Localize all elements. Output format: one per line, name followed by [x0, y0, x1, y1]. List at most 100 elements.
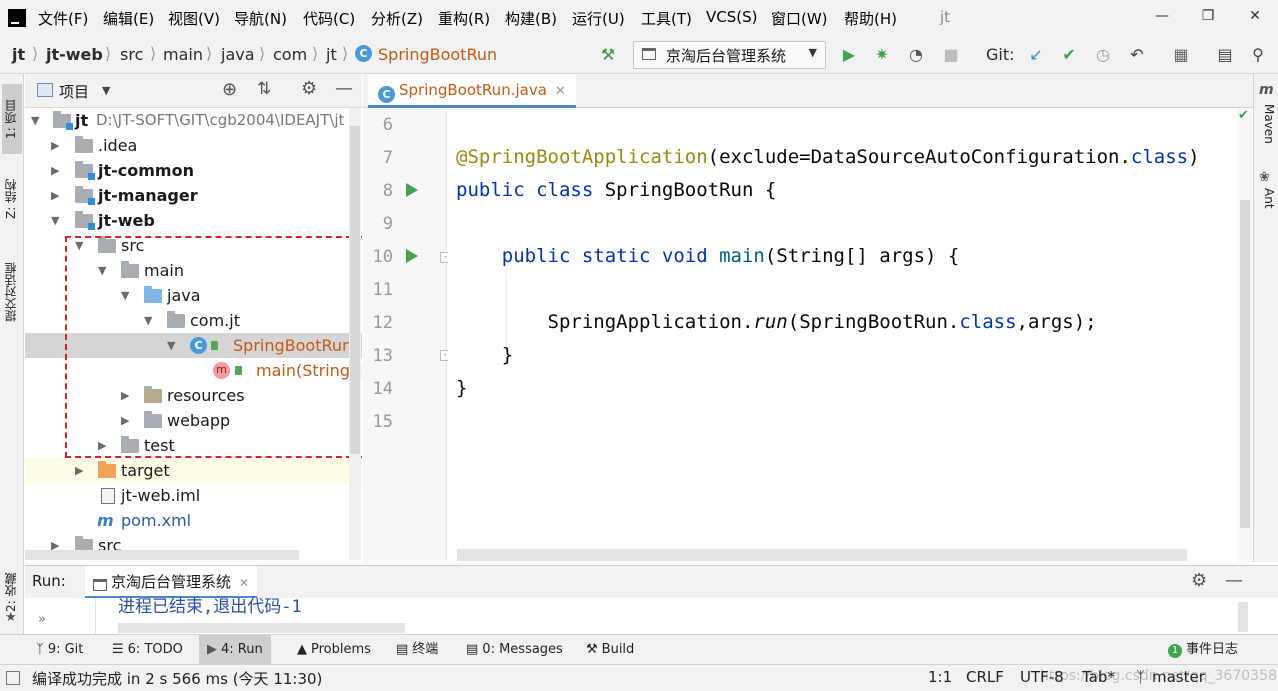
git-branch-icon: ᛉ — [36, 642, 44, 657]
menu-edit[interactable]: 编辑(E) — [103, 8, 154, 29]
tree-node-pom-xml[interactable]: m pom.xml — [25, 508, 362, 533]
menu-file[interactable]: 文件(F) — [38, 8, 88, 29]
console-horizontal-scrollbar[interactable] — [118, 623, 405, 633]
debug-bug-icon[interactable]: ✷ — [871, 44, 893, 66]
git-commit-check-icon[interactable]: ✔ — [1058, 44, 1080, 66]
collapse-all-icon[interactable]: ⇅ — [257, 79, 271, 99]
close-tab-icon[interactable]: ✕ — [239, 576, 249, 590]
favorites-star-icon[interactable]: ★ — [5, 610, 17, 625]
tree-node-jt-common[interactable]: ▶ jt-common — [25, 158, 362, 183]
rollback-icon[interactable]: ↶ — [1126, 44, 1148, 66]
tree-node-jt-web[interactable]: ▼ jt-web — [25, 208, 362, 233]
build-hammer-icon[interactable]: ⚒ — [597, 44, 619, 66]
menu-run[interactable]: 运行(U) — [572, 8, 625, 29]
scroll-to-end-icon[interactable]: » — [38, 612, 46, 627]
terminal-window-icon[interactable]: ▤ — [1214, 44, 1236, 66]
breadcrumb-springbootrun[interactable]: SpringBootRun — [378, 45, 497, 64]
caret-position[interactable]: 1:1 — [928, 668, 952, 686]
hide-panel-icon[interactable]: — — [1225, 570, 1243, 591]
locate-crosshair-icon[interactable]: ⊕ — [222, 79, 237, 100]
menu-code[interactable]: 代码(C) — [303, 8, 355, 29]
expand-arrow-icon[interactable]: ▶ — [51, 158, 59, 183]
tool-messages[interactable]: ▤ 0: Messages — [458, 635, 571, 665]
menu-view[interactable]: 视图(V) — [168, 8, 220, 29]
inspection-ok-check-icon[interactable]: ✔ — [1238, 108, 1249, 123]
stop-icon[interactable]: ■ — [940, 44, 962, 66]
status-square-icon[interactable] — [6, 671, 20, 685]
breadcrumb-jt-package[interactable]: jt — [326, 45, 337, 64]
project-panel-title[interactable]: 项目 — [59, 81, 89, 102]
hide-panel-icon[interactable]: — — [335, 78, 353, 99]
menu-help[interactable]: 帮助(H) — [844, 8, 897, 29]
code-editor[interactable]: @SpringBootApplication(exclude=DataSourc… — [448, 108, 1238, 548]
maximize-icon[interactable]: ❐ — [1194, 4, 1222, 28]
git-update-icon[interactable]: ↙ — [1025, 44, 1047, 66]
run-icon[interactable]: ▶ — [838, 44, 860, 66]
history-clock-icon[interactable]: ◷ — [1092, 44, 1114, 66]
tree-node-jt[interactable]: ▼ jt D:\JT-SOFT\GIT\cgb2004\IDEAJT\jt — [25, 108, 362, 133]
editor-vertical-scrollbar[interactable]: ✔ — [1238, 108, 1252, 562]
tool-problems[interactable]: ▲ Problems — [289, 635, 379, 665]
run-configuration-select[interactable]: 京淘后台管理系统 ▼ — [633, 41, 826, 69]
indent-setting[interactable]: Tab* — [1082, 668, 1115, 686]
console-vertical-scrollbar[interactable] — [1238, 602, 1248, 632]
breadcrumb-main[interactable]: main — [163, 45, 203, 64]
menu-navigate[interactable]: 导航(N) — [234, 8, 287, 29]
expand-arrow-icon[interactable]: ▶ — [75, 458, 83, 483]
git-label: Git: — [986, 45, 1015, 64]
expand-arrow-icon[interactable]: ▼ — [31, 108, 39, 133]
tool-label: Build — [601, 642, 635, 657]
run-gutter-icon[interactable] — [406, 183, 418, 197]
menu-refactor[interactable]: 重构(R) — [438, 8, 490, 29]
line-separator[interactable]: CRLF — [966, 668, 1004, 686]
project-horizontal-scrollbar[interactable] — [25, 550, 299, 560]
close-tab-icon[interactable]: ✕ — [555, 84, 566, 99]
tree-node-target[interactable]: ▶ target — [25, 458, 362, 483]
menu-vcs[interactable]: VCS(S) — [706, 8, 757, 26]
git-branch[interactable]: master — [1152, 668, 1205, 686]
run-gutter-icon[interactable] — [406, 249, 418, 263]
file-encoding[interactable]: UTF-8 — [1020, 668, 1064, 686]
breadcrumb-src[interactable]: src — [120, 45, 143, 64]
tool-event-log[interactable]: 1 事件日志 — [1160, 635, 1246, 665]
breadcrumb-jt[interactable]: jt — [12, 45, 25, 64]
chevron-down-icon[interactable]: ▼ — [102, 84, 110, 97]
gear-icon[interactable]: ⚙ — [301, 78, 317, 99]
project-scrollbar[interactable] — [349, 108, 361, 560]
editor-tab-springbootrun[interactable]: C SpringBootRun.java ✕ — [368, 74, 576, 108]
menu-build[interactable]: 构建(B) — [505, 8, 557, 29]
menu-window[interactable]: 窗口(W) — [771, 8, 828, 29]
breadcrumb-java[interactable]: java — [221, 45, 255, 64]
tree-node-idea[interactable]: ▶ .idea — [25, 133, 362, 158]
editor-horizontal-scrollbar[interactable] — [457, 549, 1187, 561]
close-icon[interactable]: ✕ — [1241, 4, 1269, 28]
expand-arrow-icon[interactable]: ▶ — [51, 183, 59, 208]
breadcrumb-com[interactable]: com — [273, 45, 307, 64]
project-structure-icon[interactable]: ▦ — [1170, 44, 1192, 66]
coverage-icon[interactable]: ◔ — [905, 44, 927, 66]
expand-arrow-icon[interactable]: ▶ — [51, 133, 59, 158]
tab-project[interactable]: 1: 项目 — [2, 84, 22, 154]
tree-node-jt-web-iml[interactable]: jt-web.iml — [25, 483, 362, 508]
menu-analyze[interactable]: 分析(Z) — [371, 8, 423, 29]
scrollbar-thumb[interactable] — [350, 126, 360, 454]
tab-maven[interactable]: Maven — [1256, 104, 1276, 144]
breadcrumb-jt-web[interactable]: jt-web — [46, 45, 103, 64]
tab-commit[interactable]: 提交对话框 — [2, 252, 22, 332]
tab-structure[interactable]: Z: 结构 — [2, 169, 22, 229]
tool-todo[interactable]: ☰ 6: TODO — [104, 635, 191, 665]
tool-terminal[interactable]: ▤ 终端 — [388, 635, 446, 665]
search-icon[interactable]: ⚲ — [1247, 44, 1269, 66]
tool-run[interactable]: ▶ 4: Run — [199, 635, 271, 665]
expand-arrow-icon[interactable]: ▼ — [51, 208, 59, 233]
tree-node-jt-manager[interactable]: ▶ jt-manager — [25, 183, 362, 208]
tab-ant[interactable]: Ant — [1256, 188, 1276, 209]
minimize-icon[interactable]: — — [1148, 4, 1176, 28]
status-message[interactable]: 编译成功完成 in 2 s 566 ms (今天 11:30) — [32, 668, 322, 689]
menu-tools[interactable]: 工具(T) — [641, 8, 692, 29]
run-console[interactable]: » 进程已结束,退出代码-1 — [25, 597, 1278, 634]
tool-build[interactable]: ⚒ Build — [578, 635, 642, 665]
scrollbar-thumb[interactable] — [1240, 200, 1250, 528]
gear-icon[interactable]: ⚙ — [1191, 570, 1207, 591]
tool-git[interactable]: ᛉ 9: Git — [28, 635, 91, 665]
